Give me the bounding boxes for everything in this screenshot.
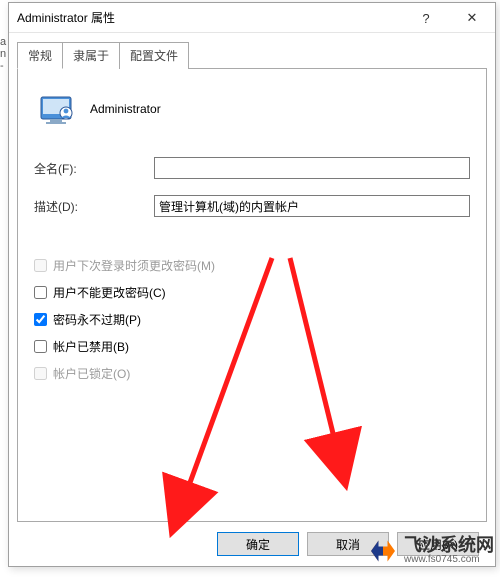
watermark-name: 飞沙系统网 bbox=[404, 535, 494, 555]
titlebar: Administrator 属性 ? ✕ bbox=[9, 3, 495, 33]
check-must-change-label: 用户下次登录时须更改密码(M) bbox=[53, 257, 215, 274]
check-locked-label: 帐户已锁定(O) bbox=[53, 365, 130, 382]
window-controls: ? ✕ bbox=[403, 3, 495, 32]
watermark: 飞沙系统网 www.fs0745.com bbox=[368, 536, 494, 566]
check-never-expires-label: 密码永不过期(P) bbox=[53, 311, 141, 328]
check-never-expires[interactable]: 密码永不过期(P) bbox=[34, 311, 470, 328]
close-button[interactable]: ✕ bbox=[449, 3, 495, 33]
description-row: 描述(D): bbox=[34, 195, 470, 217]
tab-memberof[interactable]: 隶属于 bbox=[62, 42, 120, 69]
ok-button[interactable]: 确定 bbox=[217, 532, 299, 556]
fullname-label: 全名(F): bbox=[34, 160, 154, 177]
tab-panel-general: Administrator 全名(F): 描述(D): 用户下次登录时须更改密码… bbox=[17, 68, 487, 522]
help-button[interactable]: ? bbox=[403, 3, 449, 33]
dialog-body: 常规 隶属于 配置文件 Administrator bbox=[9, 33, 495, 566]
watermark-url: www.fs0745.com bbox=[404, 555, 494, 566]
check-cannot-change-label: 用户不能更改密码(C) bbox=[53, 284, 166, 301]
user-header: Administrator bbox=[38, 89, 470, 129]
properties-dialog: Administrator 属性 ? ✕ 常规 隶属于 配置文件 bbox=[8, 2, 496, 567]
check-must-change: 用户下次登录时须更改密码(M) bbox=[34, 257, 470, 274]
tab-profile[interactable]: 配置文件 bbox=[119, 42, 189, 69]
user-display-name: Administrator bbox=[90, 102, 161, 116]
check-disabled[interactable]: 帐户已禁用(B) bbox=[34, 338, 470, 355]
watermark-icon bbox=[368, 536, 398, 566]
background-fragment: a n - bbox=[0, 36, 8, 156]
check-locked: 帐户已锁定(O) bbox=[34, 365, 470, 382]
tab-general[interactable]: 常规 bbox=[17, 42, 63, 69]
checkbox-disabled[interactable] bbox=[34, 340, 47, 353]
fullname-input[interactable] bbox=[154, 157, 470, 179]
fullname-row: 全名(F): bbox=[34, 157, 470, 179]
checkbox-never-expires[interactable] bbox=[34, 313, 47, 326]
checkbox-cannot-change[interactable] bbox=[34, 286, 47, 299]
check-disabled-label: 帐户已禁用(B) bbox=[53, 338, 129, 355]
user-icon bbox=[38, 89, 78, 129]
check-cannot-change[interactable]: 用户不能更改密码(C) bbox=[34, 284, 470, 301]
checkbox-must-change bbox=[34, 259, 47, 272]
description-label: 描述(D): bbox=[34, 198, 154, 215]
checkbox-locked bbox=[34, 367, 47, 380]
tab-strip: 常规 隶属于 配置文件 bbox=[17, 42, 487, 69]
window-title: Administrator 属性 bbox=[17, 9, 115, 26]
description-input[interactable] bbox=[154, 195, 470, 217]
